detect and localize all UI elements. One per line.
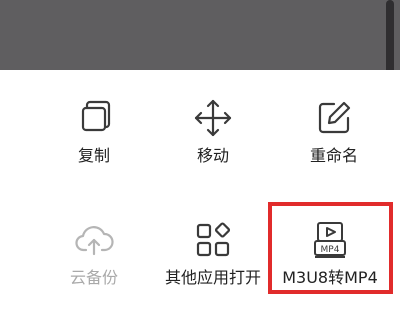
rename-icon — [314, 98, 354, 138]
open-with-other-app-label: 其他应用打开 — [164, 268, 261, 287]
copy-label: 复制 — [77, 146, 110, 165]
highlight-box — [268, 202, 393, 294]
move-label: 移动 — [196, 146, 229, 165]
move-button[interactable]: 移动 — [153, 98, 273, 188]
copy-button[interactable]: 复制 — [34, 98, 154, 188]
rename-button[interactable]: 重命名 — [274, 98, 394, 188]
open-with-other-app-button[interactable]: 其他应用打开 — [153, 220, 273, 310]
copy-icon — [74, 98, 114, 138]
dimmed-background-overlay[interactable] — [0, 0, 400, 70]
cloud-upload-icon — [74, 220, 114, 260]
apps-icon — [193, 220, 233, 260]
move-icon — [193, 98, 233, 138]
rename-label: 重命名 — [309, 146, 358, 165]
cloud-backup-label: 云备份 — [69, 268, 118, 287]
cloud-backup-button[interactable]: 云备份 — [34, 220, 154, 310]
